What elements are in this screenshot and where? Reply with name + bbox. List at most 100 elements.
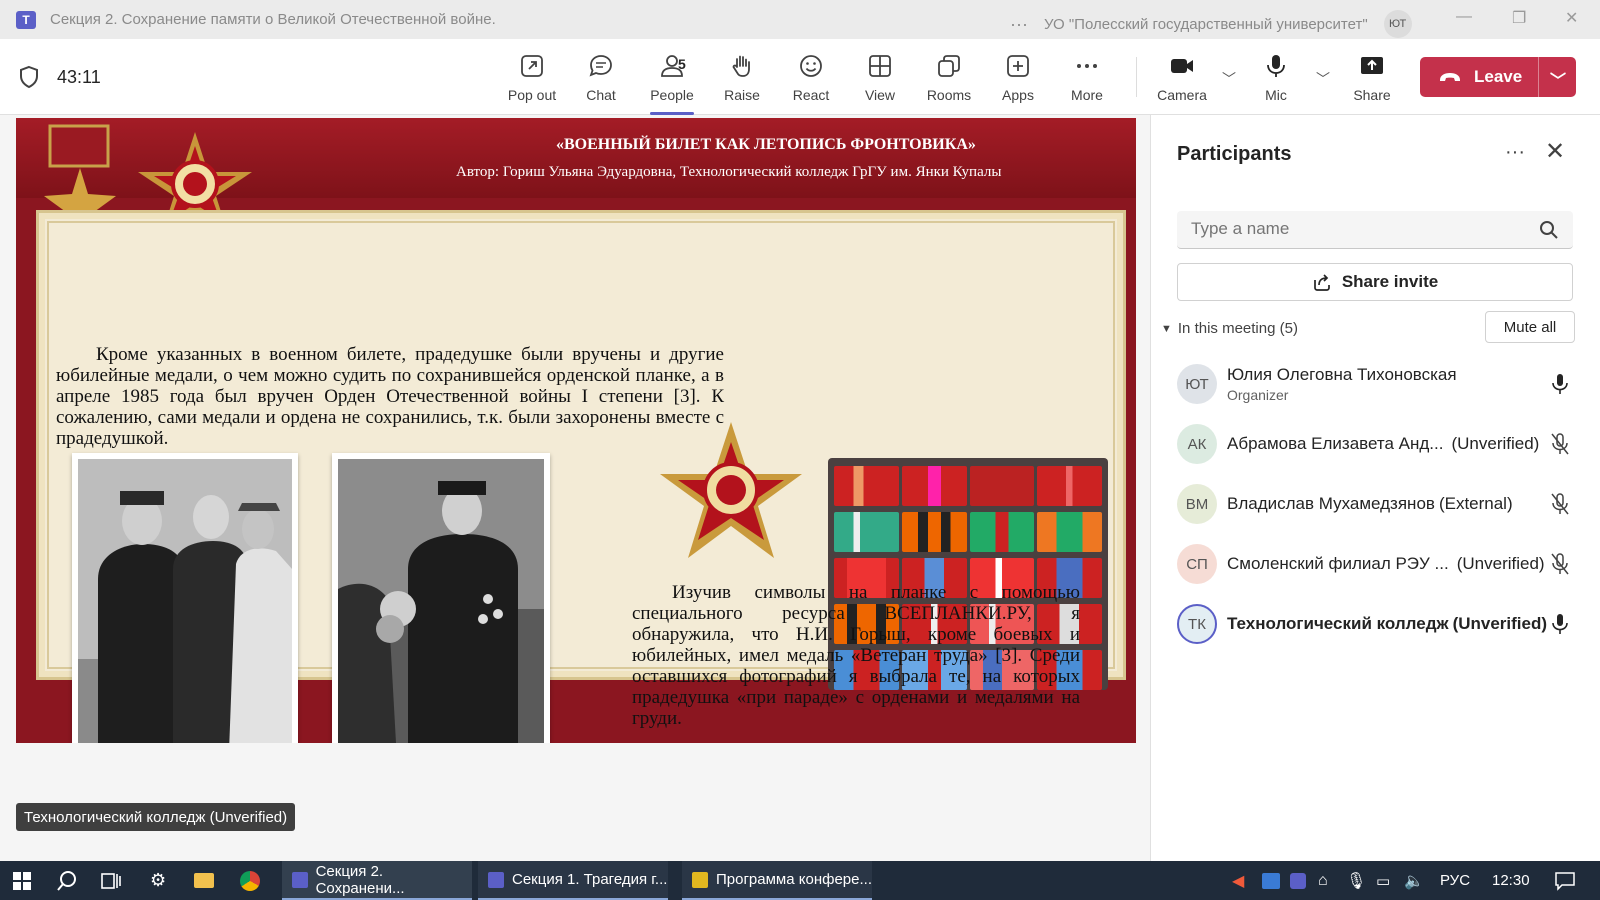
mic-icon[interactable] bbox=[1551, 373, 1569, 395]
participant-tag: (External) bbox=[1438, 494, 1513, 513]
title-bar: T Секция 2. Сохранение памяти о Великой … bbox=[0, 0, 1600, 39]
share-button[interactable]: Share bbox=[1340, 53, 1404, 107]
speaker-alert-icon[interactable]: ◀ bbox=[1232, 861, 1244, 900]
mic-off-icon[interactable] bbox=[1551, 553, 1569, 575]
org-name[interactable]: УО "Полесский государственный университе… bbox=[1044, 16, 1368, 33]
rooms-button[interactable]: Rooms bbox=[917, 53, 981, 107]
slide-title: «ВОЕННЫЙ БИЛЕТ КАК ЛЕТОПИСЬ ФРОНТОВИКА» bbox=[556, 136, 976, 153]
task-view-icon bbox=[101, 872, 121, 889]
participant-avatar: СП bbox=[1177, 544, 1217, 584]
participant-name: Владислав Мухамедзянов bbox=[1227, 494, 1435, 513]
start-button[interactable] bbox=[12, 861, 32, 900]
leave-options-chevron-icon[interactable]: ﹀ bbox=[1550, 67, 1566, 91]
task-view-button[interactable] bbox=[100, 861, 122, 900]
participants-title: Participants bbox=[1177, 143, 1292, 165]
mic-off-icon[interactable] bbox=[1551, 433, 1569, 455]
notifications-icon[interactable] bbox=[1554, 861, 1576, 900]
raise-hand-icon bbox=[732, 55, 750, 77]
participant-name: Смоленский филиал РЭУ ... bbox=[1227, 554, 1449, 573]
camera-button[interactable]: Camera bbox=[1150, 53, 1214, 107]
mic-icon[interactable] bbox=[1551, 613, 1569, 635]
panel-more-icon[interactable]: ··· bbox=[1505, 141, 1525, 164]
participant-row[interactable]: ЮТ Юлия Олеговна Тихоновская Organizer bbox=[1177, 359, 1587, 409]
more-options-icon[interactable]: ··· bbox=[1010, 14, 1028, 35]
taskbar-app-label: Секция 2. Сохранени... bbox=[315, 862, 405, 897]
taskbar-app-label: Программа конфере... bbox=[716, 871, 872, 888]
participant-row[interactable]: ТК Технологический колледж (Unverified) bbox=[1177, 599, 1587, 649]
participant-row[interactable]: АК Абрамова Елизавета Анд... (Unverified… bbox=[1177, 419, 1587, 469]
network-icon[interactable]: ▭ bbox=[1376, 861, 1390, 900]
shared-presentation-slide: «ВОЕННЫЙ БИЛЕТ КАК ЛЕТОПИСЬ ФРОНТОВИКА» … bbox=[16, 118, 1136, 743]
camera-label: Camera bbox=[1157, 87, 1207, 103]
share-invite-button[interactable]: Share invite bbox=[1177, 263, 1573, 301]
tray-app-icon[interactable] bbox=[1262, 861, 1280, 900]
chat-icon bbox=[589, 55, 612, 77]
participant-row[interactable]: ВМ Владислав Мухамедзянов (External) bbox=[1177, 479, 1587, 529]
user-avatar[interactable]: ЮТ bbox=[1383, 10, 1412, 38]
leave-label: Leave bbox=[1474, 67, 1523, 86]
participant-avatar: ВМ bbox=[1177, 484, 1217, 524]
share-icon bbox=[1361, 57, 1383, 74]
volume-icon[interactable]: 🔈 bbox=[1404, 861, 1424, 900]
mic-off-icon[interactable] bbox=[1551, 493, 1569, 515]
raise-hand-button[interactable]: Raise bbox=[710, 53, 774, 107]
taskbar-app-document[interactable]: Программа конфере... bbox=[682, 861, 872, 900]
participant-avatar: АК bbox=[1177, 424, 1217, 464]
windows-start-icon bbox=[13, 871, 31, 890]
participant-search-input[interactable] bbox=[1177, 211, 1517, 247]
participant-avatar: ЮТ bbox=[1177, 364, 1217, 404]
minimize-icon[interactable]: — bbox=[1456, 8, 1472, 26]
react-button[interactable]: React bbox=[779, 53, 843, 107]
tray-teams-icon[interactable] bbox=[1290, 861, 1306, 900]
leave-button[interactable]: Leave ﹀ bbox=[1420, 57, 1576, 97]
more-button[interactable]: More bbox=[1055, 53, 1119, 107]
participant-name: Абрамова Елизавета Анд... bbox=[1227, 434, 1444, 453]
search-icon bbox=[57, 870, 76, 891]
smile-icon bbox=[800, 55, 822, 77]
photo-veteran-with-flowers bbox=[338, 459, 544, 743]
document-icon bbox=[692, 871, 708, 888]
people-button[interactable]: 5 People bbox=[640, 53, 704, 115]
group-label: In this meeting (5) bbox=[1177, 320, 1298, 337]
share-invite-label: Share invite bbox=[1341, 272, 1439, 291]
pop-out-button[interactable]: Pop out bbox=[500, 53, 564, 107]
speaker-name-tag: Технологический колледж (Unverified) bbox=[16, 803, 296, 831]
participant-row[interactable]: СП Смоленский филиал РЭУ ... (Unverified… bbox=[1177, 539, 1587, 589]
view-label: View bbox=[864, 87, 896, 103]
windows-taskbar: ⚙ Секция 2. Сохранени... Секция 1. Траге… bbox=[0, 861, 1600, 900]
taskbar-app-teams-section-2[interactable]: Секция 2. Сохранени... bbox=[282, 861, 472, 900]
participant-avatar: ТК bbox=[1177, 604, 1217, 644]
rooms-icon bbox=[938, 55, 960, 77]
tray-mic-icon[interactable]: 🎙 bbox=[1346, 861, 1366, 900]
chat-button[interactable]: Chat bbox=[569, 53, 633, 107]
photo-three-men bbox=[78, 459, 292, 743]
slide-paragraph-1: Кроме указанных в военном билете, прадед… bbox=[56, 344, 724, 449]
chrome-taskbar-icon[interactable] bbox=[240, 861, 260, 900]
share-label: Share bbox=[1353, 87, 1391, 103]
keyboard-language[interactable]: РУС bbox=[1440, 861, 1470, 900]
taskbar-clock[interactable]: 12:30 bbox=[1492, 861, 1530, 900]
mic-options-chevron-icon[interactable]: ﹀ bbox=[1316, 69, 1330, 89]
camera-options-chevron-icon[interactable]: ﹀ bbox=[1222, 69, 1236, 89]
taskbar-app-teams-section-1[interactable]: Секция 1. Трагедия г... bbox=[478, 861, 668, 900]
close-panel-icon[interactable]: ✕ bbox=[1545, 137, 1565, 166]
people-label: People bbox=[650, 87, 694, 103]
grid-view-icon bbox=[869, 55, 891, 77]
mic-icon bbox=[1267, 55, 1285, 77]
mute-all-button[interactable]: Mute all bbox=[1485, 311, 1575, 343]
search-icon[interactable] bbox=[1539, 220, 1559, 240]
settings-taskbar-icon[interactable]: ⚙ bbox=[150, 861, 166, 900]
maximize-icon[interactable]: ❐ bbox=[1512, 8, 1526, 28]
apps-button[interactable]: Apps bbox=[986, 53, 1050, 107]
raise-label: Raise bbox=[724, 87, 760, 103]
file-explorer-taskbar-icon[interactable] bbox=[194, 861, 214, 900]
close-window-icon[interactable]: ✕ bbox=[1565, 8, 1578, 28]
taskbar-search-button[interactable] bbox=[56, 861, 78, 900]
tray-security-icon[interactable]: ⌂ bbox=[1318, 861, 1328, 900]
view-button[interactable]: View bbox=[848, 53, 912, 107]
slide-paragraph-2: Изучив символы на планке с помощью специ… bbox=[632, 582, 1080, 729]
react-label: React bbox=[792, 87, 830, 103]
mic-button[interactable]: Mic bbox=[1244, 53, 1308, 107]
teams-logo-icon: T bbox=[16, 10, 36, 29]
in-meeting-group-toggle[interactable]: ▼ In this meeting (5) bbox=[1161, 320, 1298, 337]
